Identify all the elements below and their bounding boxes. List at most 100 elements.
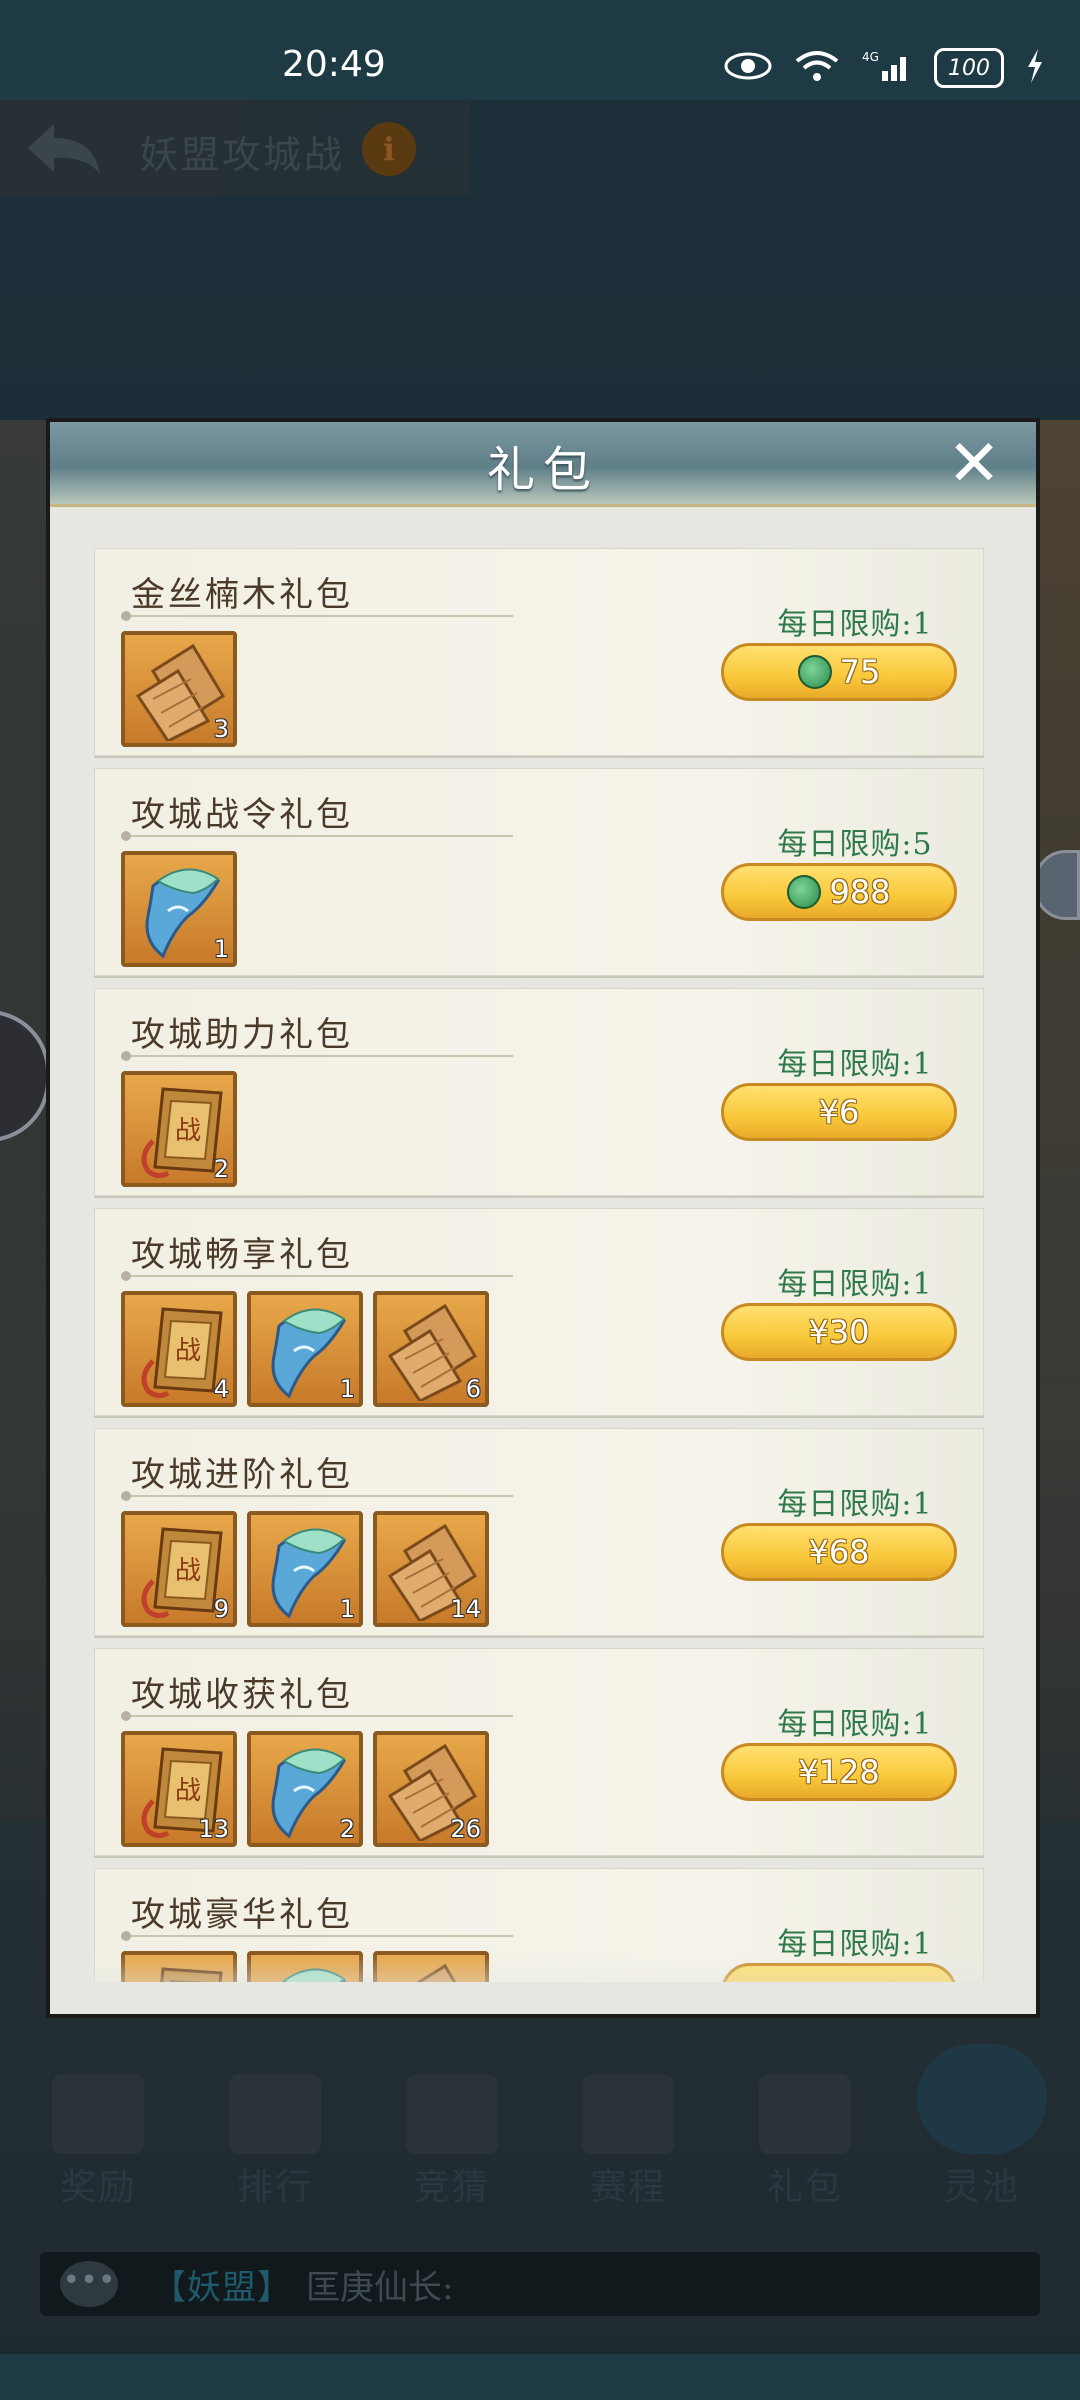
spirit-pool-icon [916,2044,1047,2154]
pack-name: 攻城收获礼包 [131,1675,353,1715]
reward-item[interactable]: 1 [247,1511,363,1627]
nav-pool[interactable]: 灵池 [912,2044,1052,2210]
item-count: 1 [339,1595,355,1623]
pack-name: 攻城畅享礼包 [131,1235,353,1275]
svg-text:战: 战 [175,1776,201,1806]
scroll-rank-icon [228,2074,321,2154]
pack-divider [121,1711,513,1721]
svg-text:战: 战 [175,1116,201,1146]
reward-item[interactable]: 战 13 [121,1731,237,1847]
jade-currency-icon [787,875,822,909]
buy-button[interactable]: 988 [721,863,957,921]
gift-bag-icon [758,2074,851,2154]
book-icon [582,2074,675,2154]
pack-items: 战2 [121,1071,237,1187]
status-icons: 4G 100 [724,48,1044,88]
modal-title: 礼包 [486,442,599,498]
bottom-nav: 奖励 排行 竞猜 赛程 礼包 灵池 [0,2044,1080,2210]
page-title: 妖盟攻城战 [140,133,346,177]
list-fade [50,1954,1036,2014]
back-button[interactable] [24,118,104,178]
item-count: 13 [198,1815,229,1843]
item-count: 3 [213,715,229,743]
svg-text:4G: 4G [862,50,879,64]
item-count: 1 [213,935,229,963]
item-count: 26 [450,1815,481,1843]
pack-name: 攻城助力礼包 [131,1015,353,1055]
chat-bar[interactable]: ••• 【妖盟】 匡庚仙长: [40,2252,1040,2316]
price-label: ¥68 [808,1533,870,1571]
buy-button[interactable]: 75 [721,643,957,701]
daily-limit: 每日限购:1 [777,1047,933,1082]
gift-pack-row: 攻城畅享礼包战 4 1 6 每日限购:1 ¥30 [94,1208,984,1416]
nav-rank[interactable]: 排行 [205,2074,345,2210]
gift-pack-row: 金丝楠木礼包 3 每日限购:1 75 [94,548,984,756]
buy-button[interactable]: ¥128 [721,1743,957,1801]
item-count: 9 [213,1595,229,1623]
pack-divider [121,611,513,621]
pack-items: 战4 1 6 [121,1291,489,1407]
signal-icon: 4G [862,49,912,87]
dice-icon [405,2074,498,2154]
buy-button[interactable]: ¥68 [721,1523,957,1581]
item-count: 14 [450,1595,481,1623]
item-count: 2 [339,1815,355,1843]
gift-pack-row: 攻城收获礼包战 13 2 26 每日限购:1 ¥128 [94,1648,984,1856]
item-count: 2 [213,1155,229,1183]
back-arrow-icon [28,124,100,174]
nav-pool-label: 灵池 [943,2167,1020,2208]
pack-divider [121,1491,513,1501]
pack-name: 攻城进阶礼包 [131,1455,353,1495]
item-count: 4 [213,1375,229,1403]
item-count: 6 [465,1375,481,1403]
reward-item[interactable]: 1 [247,1291,363,1407]
bottom-strip [0,2354,1080,2400]
nav-reward[interactable]: 奖励 [28,2074,168,2210]
close-button[interactable]: ✕ [942,432,1006,496]
price-label: ¥128 [798,1753,880,1791]
modal-header: 礼包 ✕ [50,422,1036,507]
jade-currency-icon [797,655,832,689]
reward-item[interactable]: 26 [373,1731,489,1847]
reward-item[interactable]: 6 [373,1291,489,1407]
item-count: 1 [339,1375,355,1403]
reward-item[interactable]: 战4 [121,1291,237,1407]
gift-pack-row: 攻城助力礼包战 2 每日限购:1 ¥6 [94,988,984,1196]
svg-text:战: 战 [175,1556,201,1586]
chat-user: 匡庚仙长: [306,2267,454,2308]
daily-limit: 每日限购:1 [777,1707,933,1742]
reward-item[interactable]: 战9 [121,1511,237,1627]
reward-item[interactable]: 2 [247,1731,363,1847]
pack-divider [121,1271,513,1281]
nav-gift-label: 礼包 [766,2167,843,2208]
pack-divider [121,1931,513,1941]
info-button[interactable]: i [362,122,416,176]
nav-guess[interactable]: 竞猜 [382,2074,522,2210]
scroll-gift-icon [52,2074,145,2154]
charging-icon [1026,49,1044,87]
buy-button[interactable]: ¥6 [721,1083,957,1141]
battery-indicator: 100 [934,48,1004,88]
pack-items: 1 [121,851,237,967]
reward-item[interactable]: 1 [121,851,237,967]
nav-reward-label: 奖励 [60,2167,137,2208]
daily-limit: 每日限购:5 [777,827,933,862]
reward-item[interactable]: 14 [373,1511,489,1627]
price-label: ¥30 [808,1313,870,1351]
reward-item[interactable]: 3 [121,631,237,747]
wifi-icon [794,49,840,87]
buy-button[interactable]: ¥30 [721,1303,957,1361]
status-bar: 20:49 4G 100 [0,0,1080,100]
pack-name: 攻城豪华礼包 [131,1895,353,1935]
price-label: 988 [829,873,891,911]
nav-schedule[interactable]: 赛程 [558,2074,698,2210]
chat-bubble-icon[interactable]: ••• [60,2261,118,2307]
game-header: 妖盟攻城战 i [0,100,470,196]
pack-items: 3 [121,631,237,747]
reward-item[interactable]: 战2 [121,1071,237,1187]
pack-list[interactable]: 金丝楠木礼包 3 每日限购:1 75 攻城战令礼包 1 每日限购:5 988 攻城助力礼包战 2 每… [94,548,994,1982]
nav-gift[interactable]: 礼包 [735,2074,875,2210]
gift-pack-row: 攻城战令礼包 1 每日限购:5 988 [94,768,984,976]
nav-guess-label: 竞猜 [413,2167,490,2208]
price-label: 75 [839,653,881,691]
